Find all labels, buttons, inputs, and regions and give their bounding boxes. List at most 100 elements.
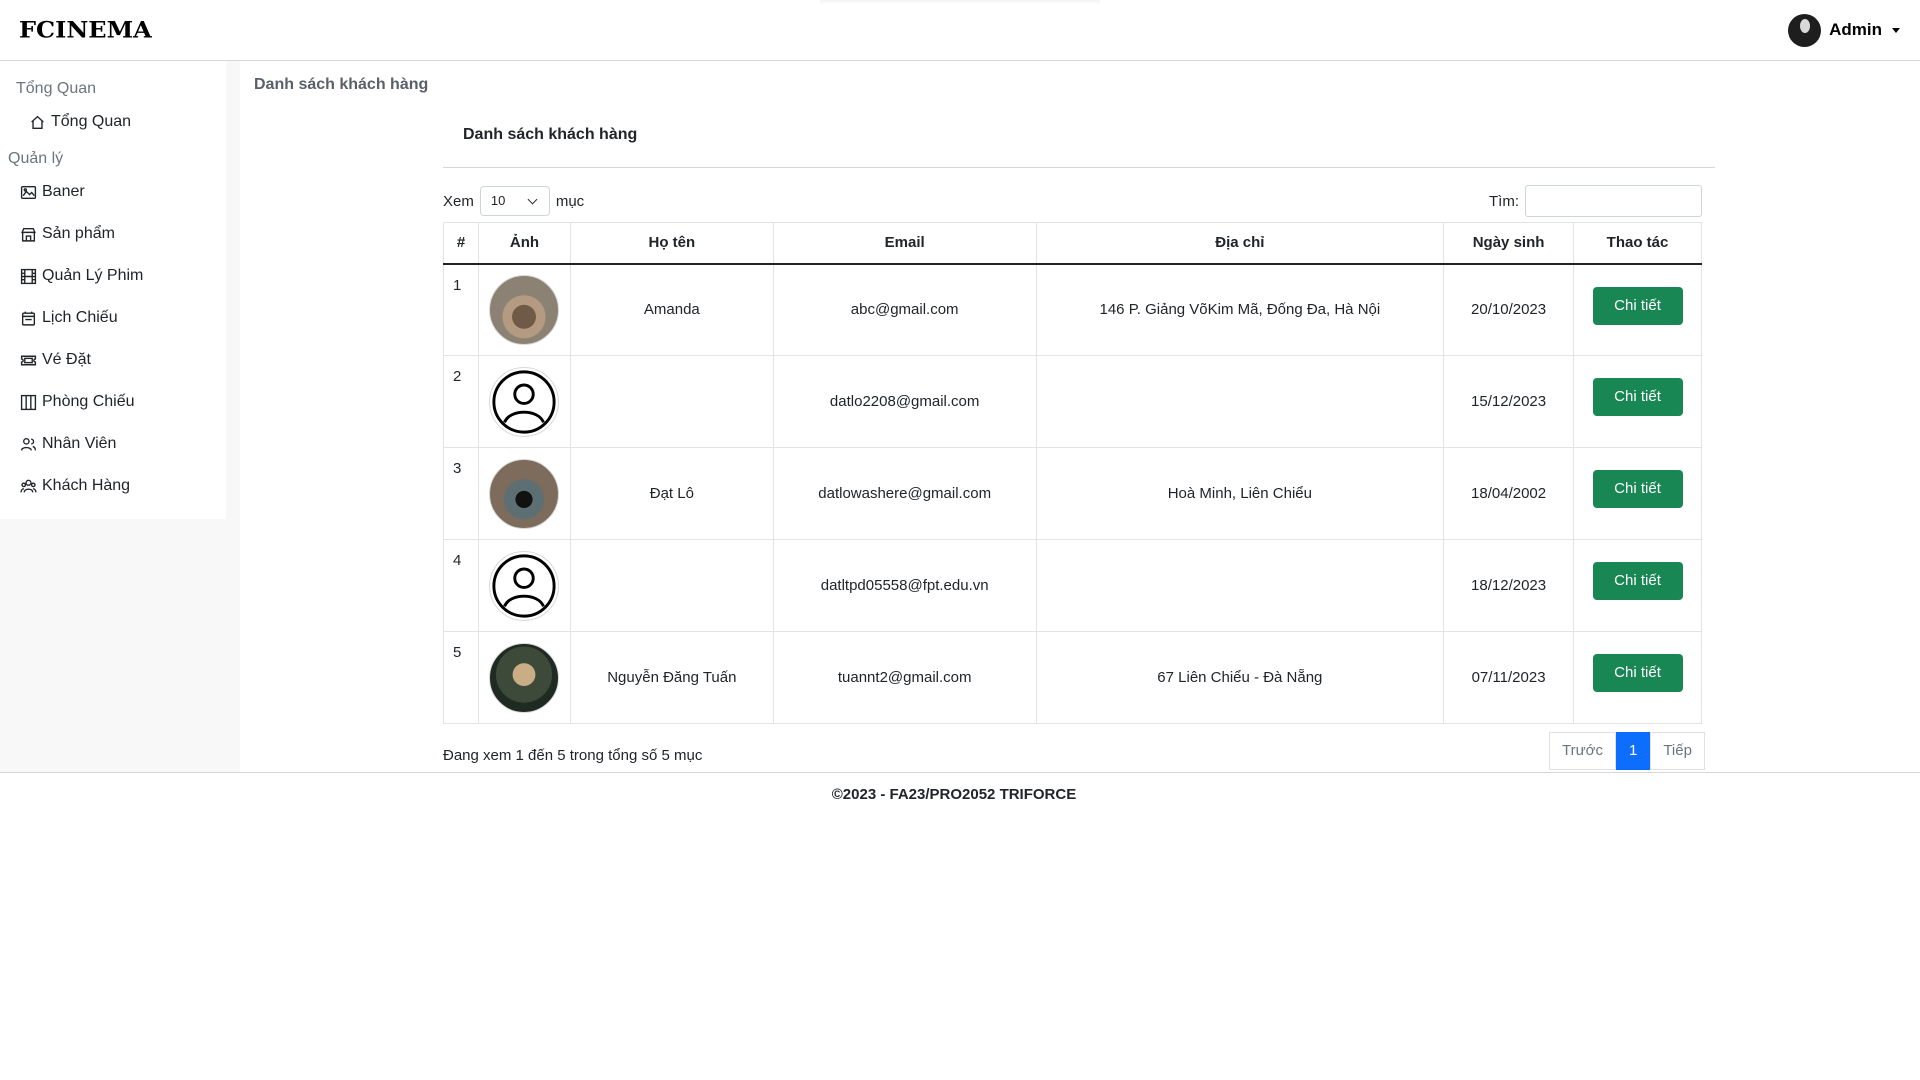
pagination-next[interactable]: Tiếp <box>1650 732 1705 770</box>
email-cell: datlowashere@gmail.com <box>772 447 1037 540</box>
sidebar-item-schedule[interactable]: Lịch Chiếu <box>20 309 118 327</box>
person-circle-icon <box>492 553 557 618</box>
actions-cell: Chi tiết <box>1573 631 1702 724</box>
address-cell <box>1035 539 1445 632</box>
dob-cell: 18/04/2002 <box>1443 447 1575 540</box>
sidebar-item-movies[interactable]: Quản Lý Phim <box>20 267 143 285</box>
photo-cell <box>477 447 571 540</box>
column-header-name[interactable]: Họ tên <box>569 222 774 265</box>
name-cell <box>569 539 774 632</box>
address-cell <box>1035 355 1445 448</box>
column-header-address[interactable]: Địa chỉ <box>1035 222 1445 265</box>
pagination-page[interactable]: 1 <box>1615 732 1651 770</box>
actions-cell: Chi tiết <box>1573 539 1702 632</box>
user-name[interactable]: Admin <box>1829 20 1882 40</box>
address-cell: 67 Liên Chiểu - Đà Nẵng <box>1035 631 1445 724</box>
avatar <box>489 458 560 529</box>
dob-cell: 20/10/2023 <box>1443 263 1575 356</box>
detail-button[interactable]: Chi tiết <box>1592 562 1683 600</box>
table-row: 2 datlo2208@gmail.com 15/12/2023 Chi tiế… <box>443 355 1702 448</box>
sidebar-item-customers[interactable]: Khách Hàng <box>20 477 130 495</box>
actions-cell: Chi tiết <box>1573 355 1702 448</box>
row-number: 3 <box>443 447 479 540</box>
sidebar-item-label: Tổng Quan <box>51 113 132 130</box>
detail-button[interactable]: Chi tiết <box>1592 654 1683 692</box>
column-header-dob[interactable]: Ngày sinh <box>1443 222 1575 265</box>
sidebar-item-products[interactable]: Sản phẩm <box>20 225 115 243</box>
column-header-email[interactable]: Email <box>772 222 1037 265</box>
photo-cell <box>477 631 571 724</box>
sidebar-item-staff[interactable]: Nhân Viên <box>20 435 116 453</box>
sidebar-item-overview[interactable]: Tổng Quan <box>29 113 131 131</box>
photo-cell <box>477 263 571 356</box>
table-row: 4 datltpd05558@fpt.edu.vn 18/12/2023 Chi… <box>443 539 1702 632</box>
customer-table: # Ảnh Họ tên Email Địa chỉ Ngày sinh Tha… <box>443 222 1702 724</box>
page-length-select[interactable]: 10 <box>479 186 550 216</box>
dob-cell: 18/12/2023 <box>1443 539 1575 632</box>
sidebar-item-banner[interactable]: Baner <box>20 183 85 201</box>
sidebar-item-label: Lịch Chiếu <box>42 309 118 326</box>
banner-icon <box>20 185 37 199</box>
user-menu[interactable]: Admin <box>1788 13 1900 47</box>
pagination: Trước 1 Tiếp <box>1549 732 1705 770</box>
row-number: 5 <box>443 631 479 724</box>
photo-cell <box>477 355 571 448</box>
name-cell <box>569 355 774 448</box>
table-header-row: # Ảnh Họ tên Email Địa chỉ Ngày sinh Tha… <box>443 222 1702 265</box>
page-title: Danh sách khách hàng <box>463 126 638 143</box>
name-cell: Đạt Lô <box>569 447 774 540</box>
row-number: 2 <box>443 355 479 448</box>
email-cell: abc@gmail.com <box>772 263 1037 356</box>
sidebar-item-label: Khách Hàng <box>42 477 131 494</box>
table-row: 3 Đạt Lô datlowashere@gmail.com Hoà Minh… <box>443 447 1702 540</box>
avatar[interactable] <box>1788 13 1822 47</box>
ticket-icon <box>20 355 37 365</box>
avatar <box>489 550 560 621</box>
sidebar-heading-manage: Quản lý <box>8 150 64 167</box>
sidebar-item-label: Phòng Chiếu <box>42 393 135 410</box>
detail-button[interactable]: Chi tiết <box>1592 378 1683 416</box>
calendar-icon <box>21 311 36 326</box>
detail-button[interactable]: Chi tiết <box>1592 470 1683 508</box>
film-icon <box>20 268 37 284</box>
caret-down-icon[interactable] <box>1892 27 1900 33</box>
dob-cell: 15/12/2023 <box>1443 355 1575 448</box>
name-cell: Amanda <box>569 263 774 356</box>
name-cell: Nguyễn Đăng Tuấn <box>569 631 774 724</box>
people-icon <box>20 437 37 451</box>
column-header-photo[interactable]: Ảnh <box>477 222 571 265</box>
photo-cell <box>477 539 571 632</box>
table-row: 1 Amanda abc@gmail.com 146 P. Giảng VõKi… <box>443 263 1702 356</box>
brand-logo[interactable]: FCINEMA <box>19 16 152 44</box>
length-suffix-label: mục <box>555 192 585 210</box>
sidebar-item-label: Vé Đặt <box>42 351 91 368</box>
sidebar-item-label: Quản Lý Phim <box>42 267 144 284</box>
house-icon <box>31 115 44 129</box>
address-cell: 146 P. Giảng VõKim Mã, Đống Đa, Hà Nội <box>1035 263 1445 356</box>
address-cell: Hoà Minh, Liên Chiểu <box>1035 447 1445 540</box>
sidebar-item-tickets[interactable]: Vé Đặt <box>20 351 91 369</box>
row-number: 4 <box>443 539 479 632</box>
person-circle-icon <box>492 369 557 434</box>
breadcrumb: Danh sách khách hàng <box>254 76 429 93</box>
column-header-number[interactable]: # <box>443 222 479 265</box>
sidebar-item-label: Nhân Viên <box>42 435 117 452</box>
sidebar-item-label: Sản phẩm <box>42 225 115 242</box>
page-length-value: 10 <box>490 193 506 208</box>
sidebar-item-rooms[interactable]: Phòng Chiếu <box>20 393 135 411</box>
row-number: 1 <box>443 263 479 356</box>
card-divider <box>443 167 1715 168</box>
shop-icon <box>21 227 36 242</box>
footer-copyright: ©2023 - FA23/PRO2052 TRIFORCE <box>831 786 1077 803</box>
actions-cell: Chi tiết <box>1573 447 1702 540</box>
column-header-actions: Thao tác <box>1573 222 1702 265</box>
search-input[interactable] <box>1525 185 1702 217</box>
avatar <box>489 366 560 437</box>
length-prefix-label: Xem <box>443 192 474 210</box>
pagination-previous[interactable]: Trước <box>1549 732 1616 770</box>
detail-button[interactable]: Chi tiết <box>1592 286 1683 325</box>
actions-cell: Chi tiết <box>1573 263 1702 356</box>
dob-cell: 07/11/2023 <box>1443 631 1575 724</box>
table-info: Đang xem 1 đến 5 trong tổng số 5 mục <box>443 747 703 764</box>
columns-icon <box>20 394 37 410</box>
